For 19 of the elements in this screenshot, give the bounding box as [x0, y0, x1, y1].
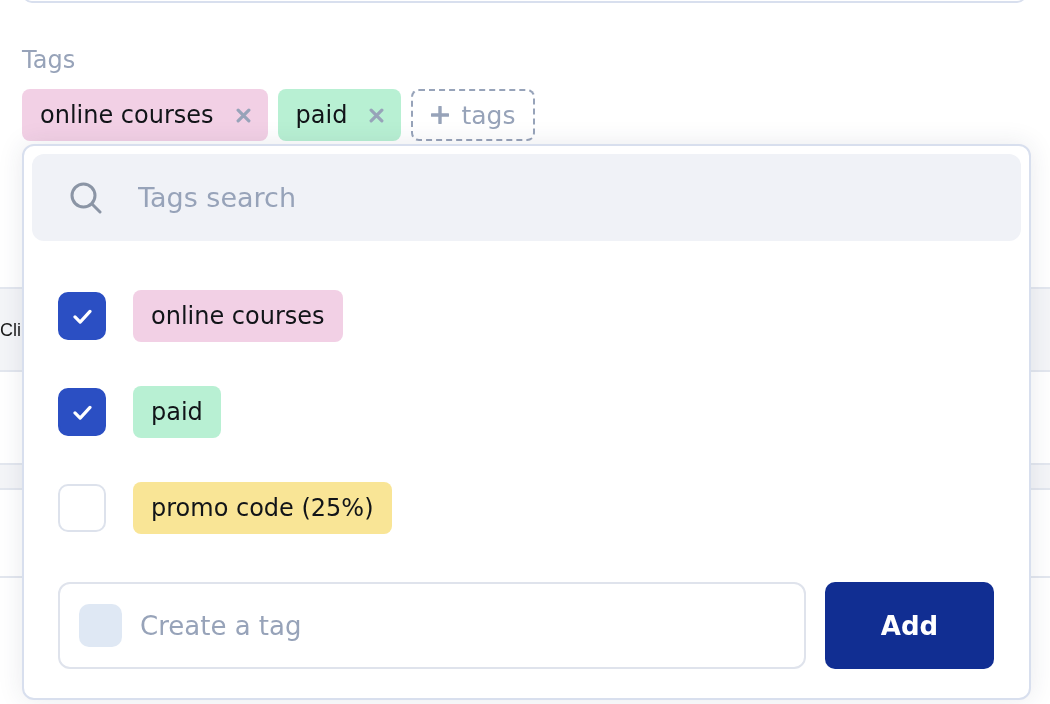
tag-name: online courses [40, 100, 214, 130]
column-header: Cli [0, 318, 21, 342]
plus-icon [431, 106, 450, 124]
close-icon[interactable] [369, 107, 385, 123]
tag-chip[interactable]: paid [133, 386, 221, 438]
checkmark-icon [72, 308, 92, 324]
color-swatch-icon[interactable] [79, 604, 122, 647]
close-icon[interactable] [235, 107, 251, 123]
new-tag-field[interactable]: Create a tag [58, 582, 806, 669]
search-field[interactable]: Tags search [32, 154, 1021, 241]
field-label: Tags [22, 46, 76, 74]
tag-chip[interactable]: online courses [133, 290, 343, 342]
add-button[interactable]: Add [825, 582, 994, 669]
tag-chip[interactable]: promo code (25%) [133, 482, 392, 534]
tag-name: paid [295, 100, 348, 130]
checkmark-icon [72, 404, 92, 420]
search-icon [70, 182, 102, 214]
checkbox[interactable] [58, 292, 106, 340]
checkbox[interactable] [58, 388, 106, 436]
